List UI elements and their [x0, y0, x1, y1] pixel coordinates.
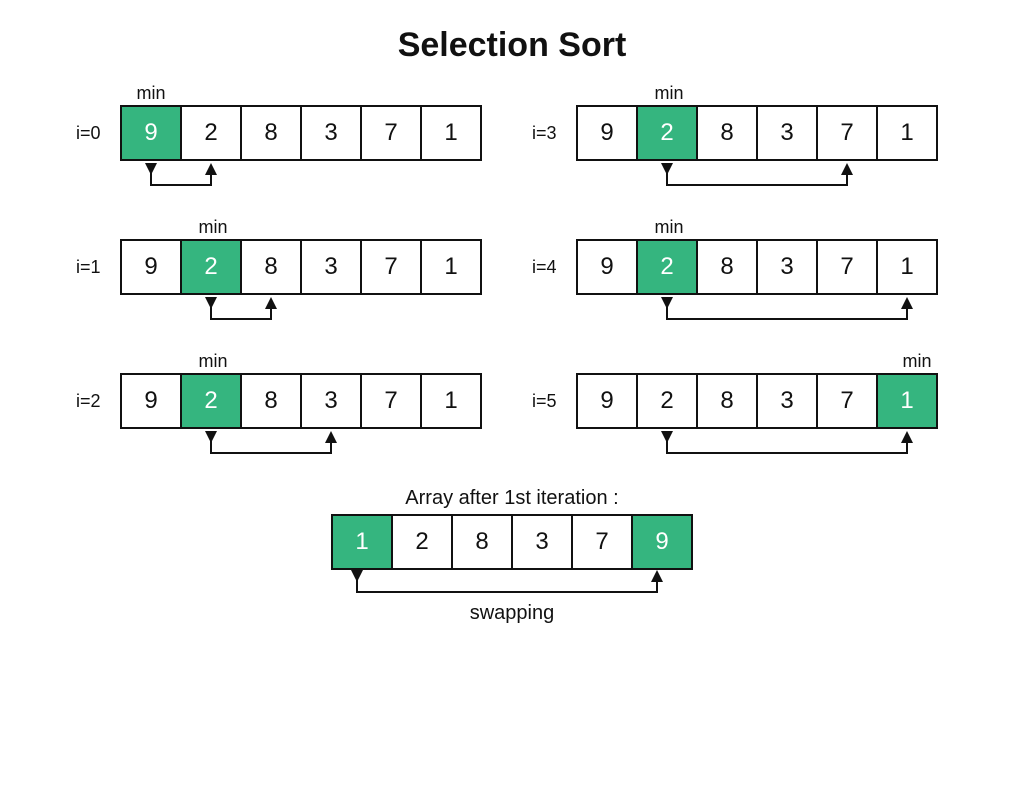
compare-arrow: [120, 295, 492, 333]
step-3: min i=3 9 2 8 3 7 1: [532, 83, 948, 199]
array-cell: 2: [180, 373, 242, 429]
min-label: min: [120, 83, 182, 105]
array-cell: 9: [576, 373, 638, 429]
index-label: i=0: [76, 105, 120, 161]
array-row: 9 2 8 3 7 1: [576, 373, 938, 429]
index-label: i=5: [532, 373, 576, 429]
array-cell: 8: [696, 373, 758, 429]
index-label: i=1: [76, 239, 120, 295]
array-cell: 3: [756, 105, 818, 161]
array-cell: 1: [876, 239, 938, 295]
array-cell: 2: [180, 105, 242, 161]
array-cell: 3: [756, 373, 818, 429]
array-row: 9 2 8 3 7 1: [120, 373, 482, 429]
array-cell: 7: [360, 105, 422, 161]
array-cell: 1: [876, 105, 938, 161]
array-cell: 2: [391, 514, 453, 570]
compare-arrow: [576, 295, 948, 333]
index-label: i=2: [76, 373, 120, 429]
array-cell: 9: [120, 373, 182, 429]
array-cell: 8: [451, 514, 513, 570]
array-cell: 2: [636, 239, 698, 295]
array-cell: 7: [816, 373, 878, 429]
array-cell: 9: [120, 239, 182, 295]
array-cell: 1: [331, 514, 393, 570]
array-cell: 8: [240, 373, 302, 429]
index-label: i=4: [532, 239, 576, 295]
array-row: 9 2 8 3 7 1: [576, 105, 938, 161]
array-cell: 7: [360, 239, 422, 295]
array-cell: 7: [360, 373, 422, 429]
array-cell: 1: [876, 373, 938, 429]
final-label: Array after 1st iteration :: [405, 487, 618, 510]
compare-arrow: [120, 429, 492, 467]
min-label: min: [182, 217, 244, 239]
left-column: min i=0 9 2 8 3 7 1: [76, 83, 492, 467]
array-cell: 3: [300, 239, 362, 295]
array-cell: 3: [756, 239, 818, 295]
step-1: min i=1 9 2 8 3 7 1: [76, 217, 492, 333]
right-column: min i=3 9 2 8 3 7 1: [532, 83, 948, 467]
step-4: min i=4 9 2 8 3 7 1: [532, 217, 948, 333]
array-cell: 3: [300, 373, 362, 429]
min-label: min: [638, 217, 700, 239]
compare-arrow: [576, 161, 948, 199]
array-cell: 2: [180, 239, 242, 295]
compare-arrow: [576, 429, 948, 467]
array-cell: 1: [420, 105, 482, 161]
array-cell: 9: [576, 105, 638, 161]
min-label: min: [182, 351, 244, 373]
swap-arrow: [326, 570, 698, 604]
min-label: min: [638, 83, 700, 105]
array-cell: 1: [420, 373, 482, 429]
array-row: 9 2 8 3 7 1: [120, 239, 482, 295]
array-cell: 8: [696, 105, 758, 161]
array-cell: 8: [696, 239, 758, 295]
compare-arrow: [120, 161, 492, 199]
array-cell: 8: [240, 105, 302, 161]
array-cell: 9: [576, 239, 638, 295]
array-cell: 1: [420, 239, 482, 295]
array-cell: 2: [636, 105, 698, 161]
page-title: Selection Sort: [0, 26, 1024, 65]
swap-label: swapping: [470, 602, 555, 625]
array-cell: 3: [300, 105, 362, 161]
array-row: 9 2 8 3 7 1: [576, 239, 938, 295]
array-cell: 8: [240, 239, 302, 295]
step-2: min i=2 9 2 8 3 7 1: [76, 351, 492, 467]
array-cell: 2: [636, 373, 698, 429]
step-0: min i=0 9 2 8 3 7 1: [76, 83, 492, 199]
array-row: 9 2 8 3 7 1: [120, 105, 482, 161]
index-label: i=3: [532, 105, 576, 161]
final-result: Array after 1st iteration : 1 2 8 3 7 9 …: [0, 487, 1024, 625]
min-label: min: [886, 351, 948, 373]
array-cell: 7: [816, 105, 878, 161]
final-array-row: 1 2 8 3 7 9: [331, 514, 693, 570]
array-cell: 7: [816, 239, 878, 295]
step-5: min i=5 9 2 8 3 7 1: [532, 351, 948, 467]
array-cell: 9: [120, 105, 182, 161]
array-cell: 3: [511, 514, 573, 570]
array-cell: 7: [571, 514, 633, 570]
array-cell: 9: [631, 514, 693, 570]
